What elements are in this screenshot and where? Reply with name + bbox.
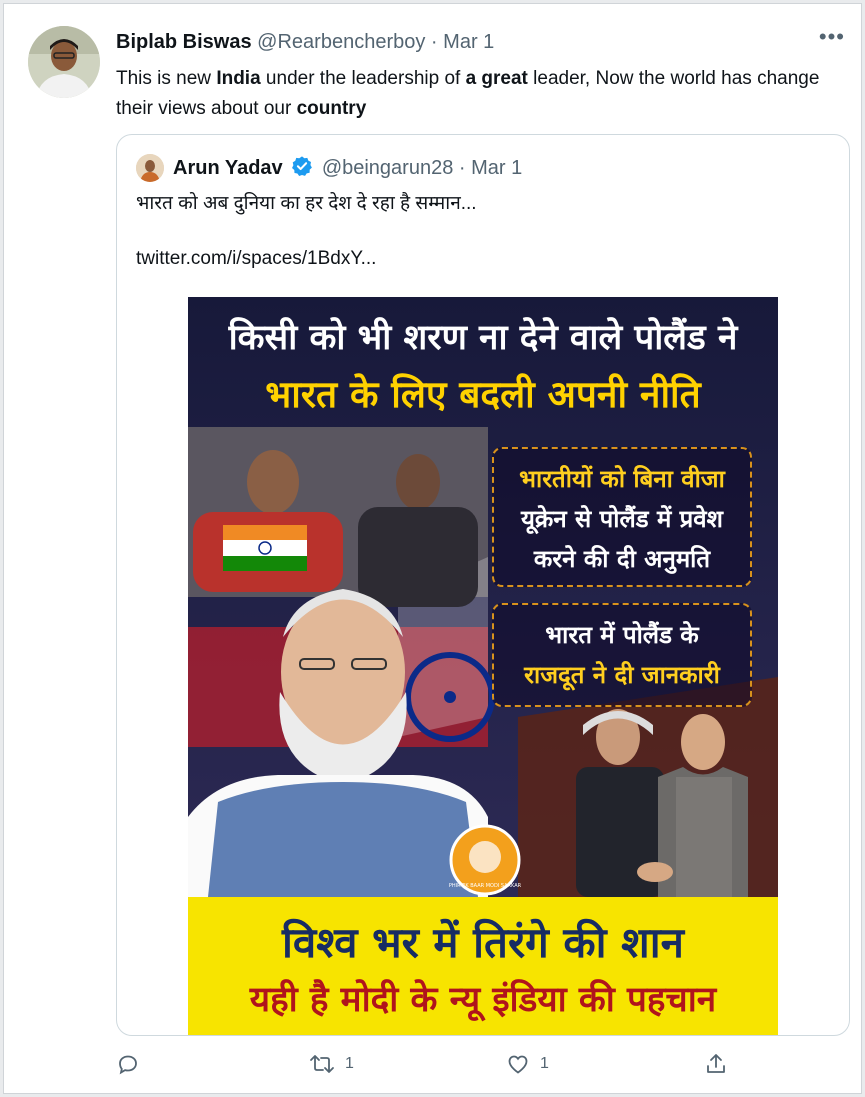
tweet-header: Biplab Biswas @Rearbencherboy · Mar 1	[116, 31, 494, 54]
quoted-author-name: Arun Yadav	[173, 157, 283, 179]
heart-icon	[508, 1055, 528, 1074]
tweet-text-part: under the leadership of	[260, 68, 466, 89]
more-options-icon[interactable]: •••	[819, 24, 845, 50]
like-count: 1	[540, 1055, 549, 1072]
reply-button[interactable]	[116, 1052, 150, 1076]
logo-text: PHIR EK BAAR MODI SARKAR	[449, 883, 522, 889]
box2-line2: राजदूत ने दी जानकारी	[524, 661, 720, 689]
share-button[interactable]	[704, 1052, 728, 1076]
tweet-card: Biplab Biswas @Rearbencherboy · Mar 1 ••…	[3, 3, 862, 1094]
like-button[interactable]: 1	[506, 1052, 549, 1076]
tweet-actions: 1 1	[4, 1052, 863, 1092]
tweet-image[interactable]: PHIR EK BAAR MODI SARKAR किसी को भी शरण …	[188, 297, 778, 1035]
poster-headline-1: किसी को भी शरण ना देने वाले पोलैंड ने	[228, 318, 738, 358]
quoted-tweet-text: भारत को अब दुनिया का हर देश दे रहा है सम…	[136, 193, 477, 214]
banner-line-2: यही है मोदी के न्यू इंडिया की पहचान	[249, 980, 717, 1020]
box2-line1: भारत में पोलैंड के	[545, 621, 699, 649]
box1-line3: करने की दी अनुमति	[533, 545, 711, 573]
poster-info-box-2: भारत में पोलैंड के राजदूत ने दी जानकारी	[492, 603, 752, 707]
quoted-tweet-header: Arun Yadav @beingarun28 · Mar 1	[173, 155, 522, 180]
reply-icon	[119, 1055, 137, 1075]
share-icon	[707, 1054, 725, 1073]
tweet-text: This is new India under the leadership o…	[116, 64, 851, 124]
poster-info-box-1: भारतीयों को बिना वीजा यूक्रेन से पोलैंड …	[492, 447, 752, 587]
poster-banner: विश्व भर में तिरंगे की शान यही है मोदी क…	[188, 897, 778, 1035]
quoted-author-handle: @beingarun28	[321, 157, 454, 179]
author-avatar[interactable]	[28, 26, 100, 98]
retweet-count: 1	[345, 1055, 354, 1072]
author-name[interactable]: Biplab Biswas	[116, 31, 252, 53]
quoted-tweet-date: Mar 1	[471, 157, 523, 179]
separator-dot: ·	[430, 31, 438, 53]
separator-dot: ·	[458, 157, 466, 179]
box1-line1: भारतीयों को बिना वीजा	[519, 465, 725, 493]
poster-headline-2: भारत के लिए बदली अपनी नीति	[265, 373, 701, 416]
quoted-author-avatar	[136, 154, 164, 182]
retweet-icon	[310, 1055, 334, 1073]
tweet-date[interactable]: Mar 1	[443, 31, 494, 53]
author-handle[interactable]: @Rearbencherboy	[257, 31, 425, 53]
tweet-text-bold: country	[296, 98, 367, 119]
quoted-tweet-link[interactable]: twitter.com/i/spaces/1BdxY...	[136, 248, 376, 270]
verified-badge-icon	[292, 156, 313, 176]
tweet-text-bold: India	[216, 68, 261, 89]
quoted-tweet[interactable]: Arun Yadav @beingarun28 · Mar 1 भारत को …	[116, 134, 850, 1036]
tweet-text-bold: a great	[465, 68, 528, 89]
tweet-text-part: This is new	[116, 68, 217, 89]
retweet-button[interactable]: 1	[309, 1052, 354, 1076]
box1-line2: यूक्रेन से पोलैंड में प्रवेश	[521, 505, 723, 533]
banner-line-1: विश्व भर में तिरंगे की शान	[282, 918, 684, 967]
